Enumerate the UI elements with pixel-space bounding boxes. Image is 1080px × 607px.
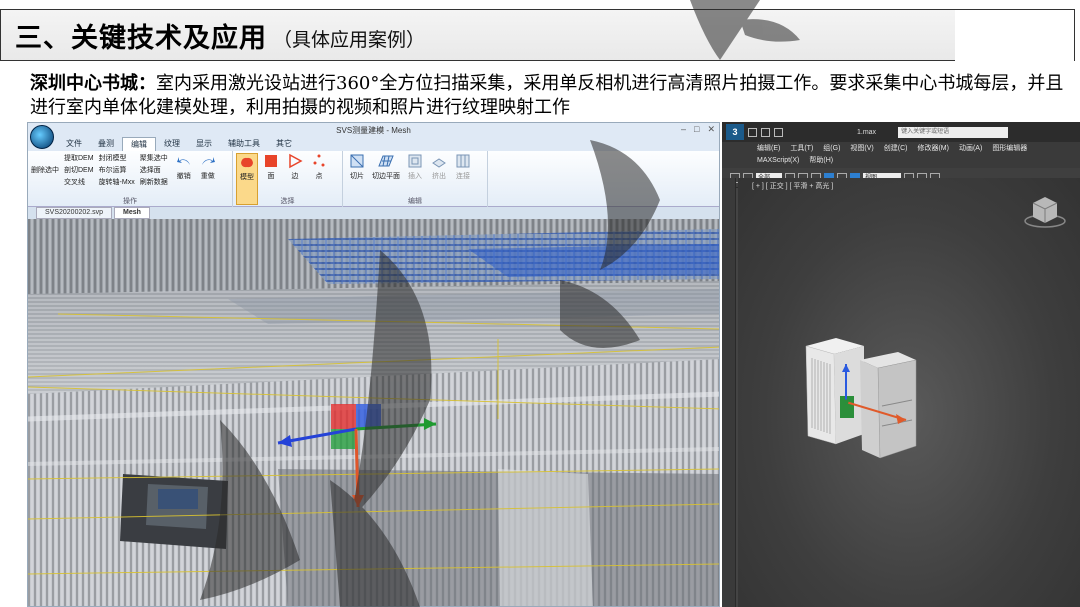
max-logo-icon[interactable]: 3 [726,124,744,140]
svs-titlebar: SVS测量建模 - Mesh – □ ✕ [28,123,719,137]
max-menu-tools[interactable]: 工具(T) [785,143,818,155]
svs-app-logo-icon[interactable] [30,125,54,149]
svs-document-tabs: SVS20200202.svp Mesh [28,207,719,219]
extract-dem-button[interactable]: 提取DEM [64,153,94,163]
close-icon[interactable]: ✕ [707,124,715,135]
clip-dem-button[interactable]: 剖切DEM [64,165,94,175]
slide-subtitle: （具体应用案例） [273,28,426,51]
svs-window: SVS测量建模 - Mesh – □ ✕ 文件 叠测 编辑 纹理 显示 辅助工具… [27,122,720,607]
slide-description: 深圳中心书城：室内采用激光设站进行360°全方位扫描采集，采用单反相机进行高清照… [30,72,1070,120]
boolean-button[interactable]: 布尔运算 [99,165,135,175]
face-icon [265,155,277,167]
menu-display[interactable]: 显示 [188,137,220,151]
menu-file[interactable]: 文件 [58,137,90,151]
doc-tab-project[interactable]: SVS20200202.svp [36,207,112,219]
ribbon-group-edit: 切片 切边平面 插入 挤出 连接 编辑 [343,151,488,207]
redo-icon [201,157,215,165]
desc-lead: 深圳中心书城： [30,73,156,94]
extrude-icon [432,158,446,168]
gather-selected-button[interactable]: 聚集选中 [140,153,168,163]
slide: 三、关键技术及应用 （具体应用案例） 深圳中心书城：室内采用激光设站进行360°… [0,0,1080,607]
max-left-strip [722,178,736,607]
menu-tools[interactable]: 辅助工具 [220,137,268,151]
max-menu-animation[interactable]: 动画(A) [954,143,987,155]
point-cloud-render [28,219,719,606]
svs-window-title: SVS测量建模 - Mesh [336,125,411,135]
menu-edit[interactable]: 编辑 [122,137,156,151]
group-select-caption: 选择 [280,198,295,205]
delete-selected-button[interactable]: 删除选中 [31,165,59,175]
max-scene [805,197,1066,459]
desc-body: 室内采用激光设站进行360°全方位扫描采集，采用单反相机进行高清照片拍摄工作。要… [30,73,1064,118]
ribbon-group-select: 模型 面 边 点 选择 [233,151,343,207]
undo-icon [176,157,190,165]
svs-window-controls: – □ ✕ [681,124,715,135]
point-cloud-viewport[interactable] [28,219,719,606]
max-viewport[interactable]: [ + ] [ 正交 ] [ 平滑 + 高光 ] [738,178,1080,607]
cabinet-model-1[interactable] [805,338,864,445]
cabinet-model-2[interactable] [860,352,917,459]
max-menu-views[interactable]: 视图(V) [845,143,878,155]
max-menu-bar: 编辑(E) 工具(T) 组(G) 视图(V) 创建(C) 修改器(M) 动画(A… [722,142,1080,168]
refresh-data-button[interactable]: 刷新数据 [140,177,168,187]
max-menu-maxscript[interactable]: MAXScript(X) [752,155,804,167]
max-window: 3 1.max 键入关键字或短语 编辑(E) 工具(T) 组(G) 视图(V) … [722,122,1080,607]
menu-texture[interactable]: 纹理 [156,137,188,151]
max-menu-create[interactable]: 创建(C) [879,143,913,155]
max-search-input[interactable]: 键入关键字或短语 [898,126,1009,138]
max-titlebar: 3 1.max 键入关键字或短语 [722,122,1080,142]
minimize-icon[interactable]: – [681,124,686,135]
max-menu-group[interactable]: 组(G) [818,143,845,155]
rotate-axis-button[interactable]: 旋转轴-Mxx [99,177,135,187]
ribbon-group-ops: 删除选中 提取DEM 剖切DEM 交叉线 封闭模型 布尔运算 旋转轴-Mxx 聚… [28,151,233,207]
max-menu-edit[interactable]: 编辑(E) [752,143,785,155]
connect-icon [456,154,470,168]
menu-other[interactable]: 其它 [268,137,300,151]
slide-title: 三、关键技术及应用 [15,22,267,54]
doc-tab-mesh[interactable]: Mesh [114,207,150,219]
open-file-icon[interactable] [761,127,770,137]
menu-survey[interactable]: 叠测 [90,137,122,151]
viewcube-icon[interactable] [1024,197,1066,228]
insert-icon [408,154,422,168]
new-file-icon[interactable] [748,127,757,137]
max-file-name: 1.max [857,128,877,136]
model-icon [241,157,253,168]
slice-icon [350,154,364,168]
select-face-button[interactable]: 选择面 [140,165,168,175]
slice-plane-icon [378,155,394,167]
point-icon [313,154,325,167]
title-bar: 三、关键技术及应用 （具体应用案例） [0,9,1075,61]
edge-icon [289,153,303,169]
svs-menu-bar: 文件 叠测 编辑 纹理 显示 辅助工具 其它 [28,137,719,151]
maximize-icon[interactable]: □ [694,124,699,135]
max-menu-graph-editors[interactable]: 图形编辑器 [987,143,1032,155]
max-menu-help[interactable]: 帮助(H) [804,155,838,167]
save-file-icon[interactable] [774,127,783,137]
close-model-button[interactable]: 封闭模型 [99,153,135,163]
group-edit-caption: 编辑 [408,198,422,205]
intersect-line-button[interactable]: 交叉线 [64,177,94,187]
group-ops-caption: 操作 [123,198,137,205]
title-bar-tail [955,9,1075,61]
svs-ribbon: 删除选中 提取DEM 剖切DEM 交叉线 封闭模型 布尔运算 旋转轴-Mxx 聚… [28,151,719,207]
max-menu-modifiers[interactable]: 修改器(M) [912,143,954,155]
